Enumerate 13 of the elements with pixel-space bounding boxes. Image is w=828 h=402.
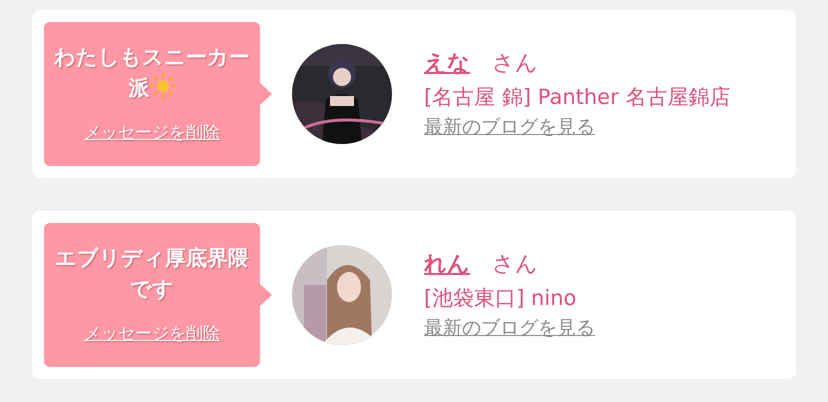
shop-name: [名古屋 錦] Panther 名古屋錦店 — [424, 84, 732, 110]
delete-message-link[interactable]: メッセージを削除 — [84, 120, 220, 146]
honorific-text: さん — [492, 50, 538, 76]
honorific-text: さん — [492, 252, 538, 276]
delete-message-link[interactable]: メッセージを削除 — [84, 322, 220, 348]
blog-link[interactable]: 最新のブログを見る — [424, 317, 595, 339]
message-text: わたしもスニーカー派 — [54, 44, 250, 102]
name-link[interactable]: れん — [424, 252, 470, 276]
message-text: エブリディ厚底界隈です — [54, 244, 250, 304]
shop-name: [池袋東口] nino — [424, 284, 578, 312]
name-link[interactable]: えな — [424, 50, 470, 76]
sun-icon — [150, 73, 176, 100]
blog-link[interactable]: 最新のブログを見る — [424, 116, 595, 138]
